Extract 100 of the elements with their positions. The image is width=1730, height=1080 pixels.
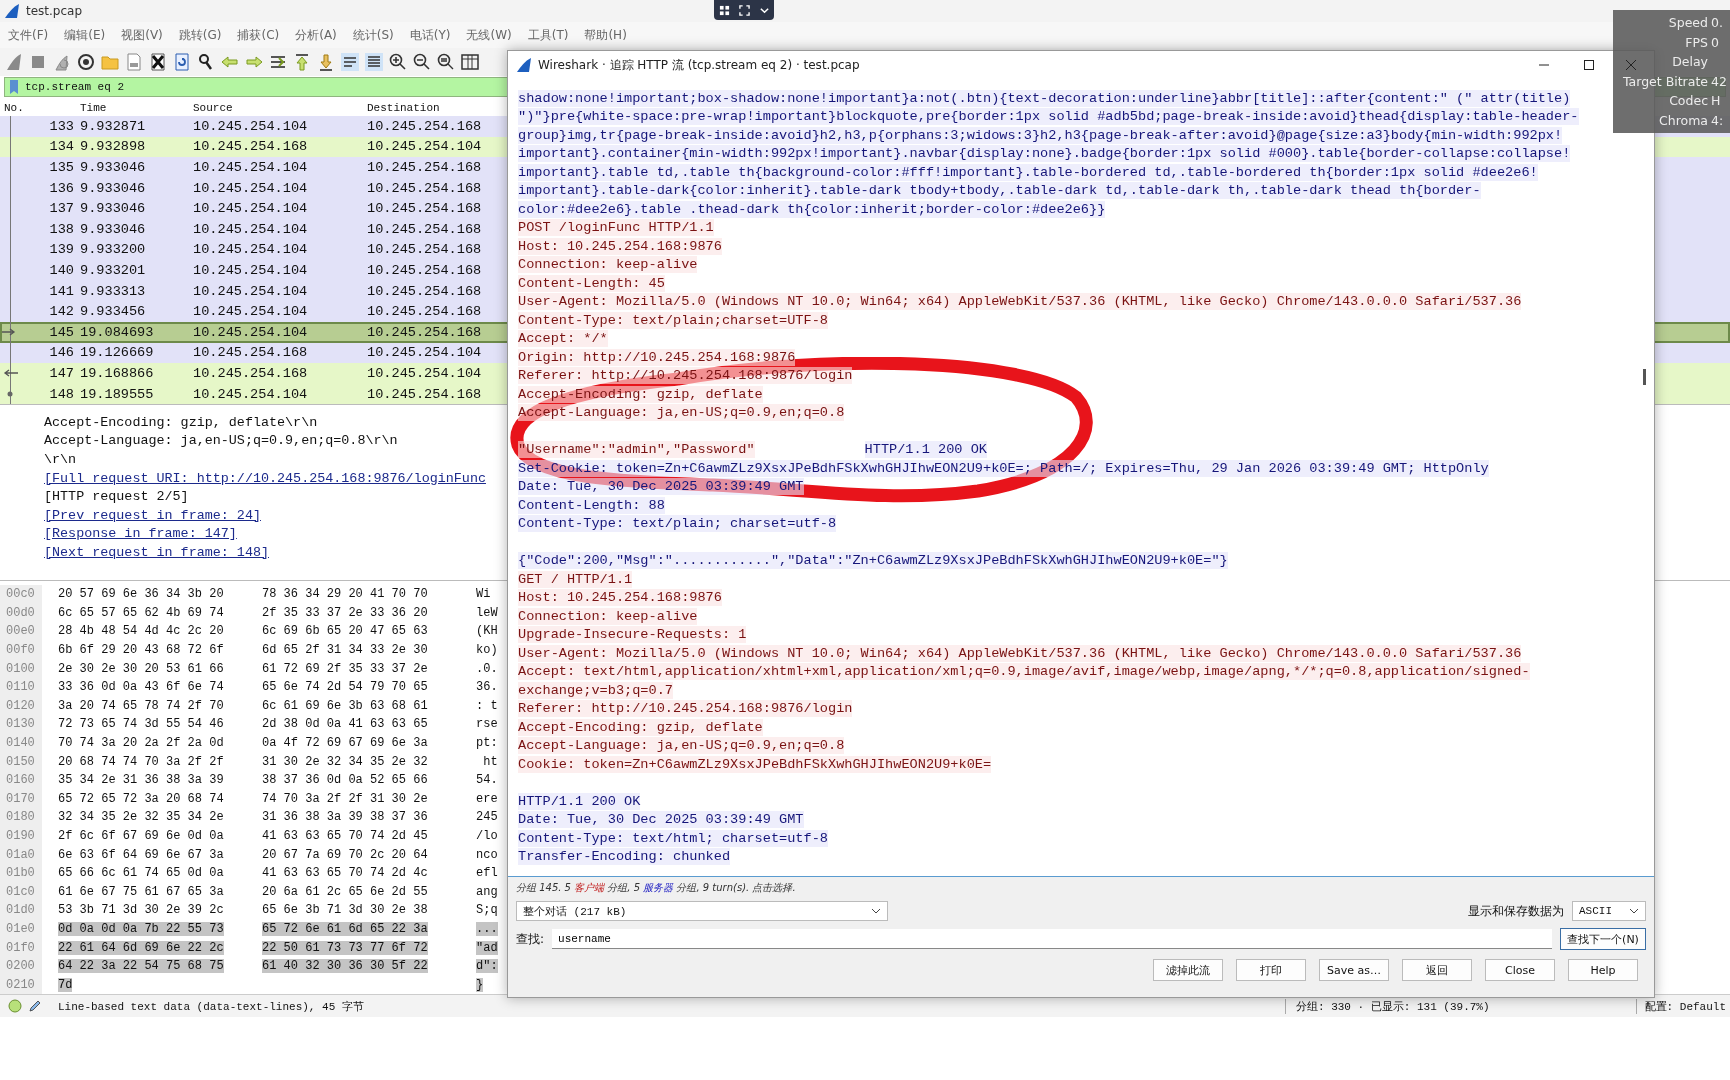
- menu-item[interactable]: 工具(T): [527, 26, 569, 44]
- zoom-reset-icon[interactable]: [436, 52, 456, 72]
- stream-text: Content-Type: text/plain;charset=UTF-8: [518, 311, 828, 329]
- stream-text: Referer: http://10.245.254.168:9876/login: [518, 700, 853, 718]
- table-cell-text: 142: [49, 304, 75, 320]
- offset-cell: 0210: [0, 975, 42, 994]
- menu-item[interactable]: 捕获(C): [237, 26, 280, 44]
- zoom-in-icon[interactable]: [388, 52, 408, 72]
- menu-item[interactable]: 统计(S): [352, 26, 394, 44]
- table-cell-text: 9.933046: [79, 221, 147, 237]
- table-cell-text: 10.245.254.104: [192, 242, 309, 258]
- pencil-icon[interactable]: [28, 999, 42, 1013]
- maximize-icon[interactable]: [1583, 59, 1595, 71]
- table-cell-text: 147: [49, 365, 75, 381]
- table-cell-text: 9.933456: [79, 304, 147, 320]
- restart-icon[interactable]: [52, 52, 72, 72]
- hex-bytes: 78 36 34 29 20 41 70 70: [262, 587, 428, 602]
- ascii-text: /lo: [476, 829, 498, 843]
- stream-text: Accept: text/html,application/xhtml+xml,application/xml;q=0.9,image/avif,image/webp,image/apng,*/*;q=0.8,application/signed-: [518, 663, 1530, 681]
- menu-item[interactable]: 无线(W): [466, 26, 512, 44]
- menu-item[interactable]: 编辑(E): [64, 26, 106, 44]
- table-cell-text: 9.933046: [79, 160, 147, 175]
- column-header[interactable]: No.: [0, 101, 77, 114]
- lines-icon[interactable]: [364, 52, 384, 72]
- zoom-out-icon[interactable]: [412, 52, 432, 72]
- close-file-icon[interactable]: [148, 52, 168, 72]
- table-cell-text: 146: [49, 345, 75, 361]
- stream-text: POST /loginFunc HTTP/1.1: [518, 219, 714, 237]
- close-icon[interactable]: [1625, 59, 1637, 71]
- status-text: Line-based text data (data-text-lines), 45 字节: [58, 999, 364, 1014]
- link[interactable]: [Prev request in frame: 24]: [44, 507, 261, 523]
- offset-cell: 01d0: [0, 901, 42, 920]
- settings-icon[interactable]: [76, 52, 96, 72]
- expand-icon[interactable]: [738, 4, 750, 16]
- ascii-text: pt:: [476, 736, 498, 751]
- menu-item[interactable]: 视图(V): [121, 26, 163, 44]
- format-label: 显示和保存数据为: [1468, 902, 1564, 920]
- table-cell-text: 9.933046: [79, 201, 147, 217]
- table-cell-text: 19.126669: [79, 345, 155, 361]
- chevron-down-icon: [1629, 908, 1639, 914]
- hex-bytes: 6b 6f 29 20 43 68 72 6f: [58, 643, 224, 658]
- column-header[interactable]: Destination: [364, 101, 440, 114]
- menu-item[interactable]: 分析(A): [295, 26, 337, 44]
- grid-icon[interactable]: [718, 4, 730, 16]
- reload-icon[interactable]: [172, 52, 192, 72]
- ascii-text: "ad: [476, 940, 498, 955]
- stream-text: Set-Cookie: token=Zn+C6awmZLz9XsxJPeBdhFSkXwhGHJIhwEON2U9+k0E=; Path=/; Expires=Thu, 29 Jan 2026 03:39:49 GMT; HttpOnly: [518, 459, 1489, 477]
- table-cell-text: 137: [49, 201, 75, 217]
- table-cell-text: 10.245.254.104: [192, 201, 309, 217]
- column-header[interactable]: Source: [190, 101, 364, 114]
- resize-columns-icon[interactable]: [460, 52, 480, 72]
- stream-text: Date: Tue, 30 Dec 2025 03:39:49 GMT: [518, 478, 804, 496]
- menu-item[interactable]: 电话(Y): [409, 26, 451, 44]
- menu-item[interactable]: 帮助(H): [584, 26, 627, 44]
- dialog-button[interactable]: 返回: [1402, 959, 1472, 981]
- find-field[interactable]: username: [552, 929, 1552, 949]
- offset-cell: 00e0: [0, 622, 42, 641]
- scrollbar-thumb[interactable]: [1643, 369, 1646, 385]
- table-cell-text: 10.245.254.168: [366, 324, 482, 340]
- stream-text: {"Code":200,"Msg":"............","Data":"Zn+C6awmZLz9XsxJPeBdhFSkXwhGHJIhwEON2U9+k0E="}: [518, 552, 1228, 570]
- hex-bytes: 3a 20 74 65 78 74 2f 70: [58, 698, 224, 713]
- hex-bytes: 65 66 6c 61 74 65 0d 0a: [58, 866, 224, 881]
- dialog-button[interactable]: Close: [1485, 959, 1555, 981]
- hex-bytes: 2f 6c 6f 67 69 6e 0d 0a: [58, 829, 224, 843]
- stream-text: ")"}pre{white-space:pre-wrap!important}blockquote,pre{border:1px solid #adb5bd;page-break-inside:avoid}thead{display:table-header-: [518, 108, 1579, 126]
- bookmark-icon[interactable]: [9, 79, 19, 95]
- offset-cell: 0150: [0, 752, 42, 771]
- table-cell-text: 9.933201: [79, 262, 147, 278]
- detail-text: Accept-Language: ja,en-US;q=0.9,en;q=0.8\r\n: [44, 433, 398, 449]
- stat-value: 0: [1711, 34, 1720, 52]
- conversation-dropdown[interactable]: 整个对话 (217 kB): [516, 901, 888, 921]
- stream-text: Connection: keep-alive: [518, 256, 698, 274]
- hex-bytes: 22 50 61 73 73 77 6f 72: [262, 940, 428, 955]
- stat-label: Target Bitrate: [1623, 73, 1709, 91]
- dialog-button[interactable]: 滤掉此流: [1153, 959, 1223, 981]
- link[interactable]: [Response in frame: 147]: [44, 526, 237, 542]
- ascii-text: S;q: [476, 903, 498, 918]
- stream-text: "Username":"admin","Password": [518, 441, 755, 459]
- status-circle-icon[interactable]: [8, 999, 22, 1013]
- format-dropdown[interactable]: ASCII: [1572, 901, 1646, 921]
- table-cell-text: 10.245.254.168: [192, 139, 309, 155]
- stat-value: 42: [1711, 73, 1728, 91]
- link[interactable]: [Next request in frame: 148]: [44, 544, 269, 560]
- column-header[interactable]: Time: [77, 101, 190, 114]
- hex-bytes: 72 73 65 74 3d 55 54 46: [58, 717, 224, 732]
- hex-bytes: 61 40 32 30 36 30 5f 22: [262, 959, 428, 974]
- hex-bytes: 2d 38 0d 0a 41 63 63 65: [262, 717, 428, 732]
- menu-item[interactable]: 文件(F): [8, 26, 49, 44]
- shark-fin-icon[interactable]: [4, 52, 24, 72]
- table-cell-text: 134: [49, 139, 75, 155]
- menu-item[interactable]: 跳转(G): [178, 26, 222, 44]
- stream-text: shadow:none!important;box-shadow:none!important}a:not(.btn){text-decoration:underline}abbr[title]::after{content:" (" attr(title): [518, 89, 1571, 107]
- link[interactable]: [Full request URI: http://10.245.254.168:9876/loginFunc: [44, 470, 486, 486]
- dialog-title: Wireshark · 追踪 HTTP 流 (tcp.stream eq 2) · test.pcap: [538, 56, 860, 74]
- dialog-button[interactable]: Help: [1568, 959, 1638, 981]
- stream-text: Accept-Encoding: gzip, deflate: [518, 718, 763, 736]
- find-next-button[interactable]: 查找下一个(N): [1560, 928, 1646, 950]
- dialog-button[interactable]: Save as…: [1319, 959, 1389, 981]
- autoscroll-icon[interactable]: [340, 52, 360, 72]
- dialog-button[interactable]: 打印: [1236, 959, 1306, 981]
